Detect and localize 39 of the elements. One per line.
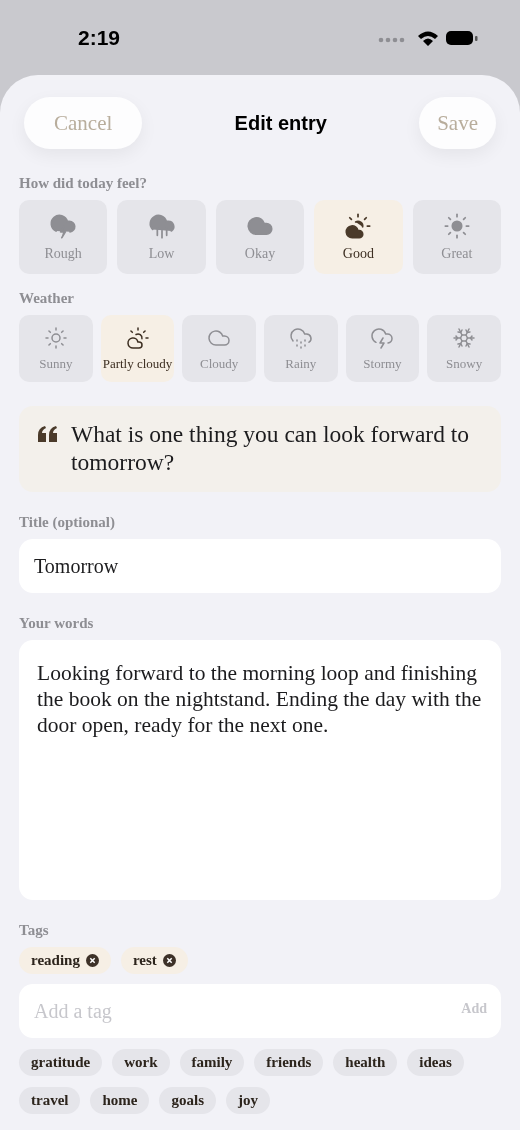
suggested-tag[interactable]: health [333,1049,398,1076]
signal-icon [378,37,405,42]
title-field[interactable]: Tomorrow [19,539,501,593]
suggested-tag[interactable]: travel [19,1087,81,1114]
prompt-text: What is one thing you can look forward to tomorrow? [71,420,471,476]
sun-icon [43,325,68,350]
sun-cloud-icon [344,212,373,240]
field-label: Your words [19,615,95,632]
sun-icon [442,212,471,240]
quote-icon [37,425,59,443]
status-time: 2:19 [78,25,121,50]
rain-cloud-icon [288,325,313,350]
suggested-tag[interactable]: home [90,1087,150,1114]
suggested-tag[interactable]: friends [254,1049,324,1076]
sheet-title: Edit entry [234,111,327,135]
weather-option[interactable]: Partly cloudy [100,315,175,382]
tag-chip[interactable]: rest [120,947,188,974]
section-label: Weather [19,290,75,307]
field-label: Title (optional) [19,514,116,531]
tag-chip[interactable]: reading [19,947,111,974]
section-label: How did today feel? [19,175,148,192]
wifi-icon [418,31,438,46]
battery-icon [446,30,478,45]
field-label: Tags [19,922,50,939]
suggested-tag[interactable]: joy [226,1087,270,1114]
rain-cloud-icon [147,212,176,240]
sun-cloud-icon [125,325,150,350]
suggested-tag[interactable]: family [179,1049,245,1076]
mood-option[interactable]: Good [314,200,403,274]
suggested-tag[interactable]: work [112,1049,170,1076]
remove-icon[interactable] [162,954,176,967]
snowflake-icon [452,325,477,350]
suggested-tag[interactable]: gratitude [19,1049,103,1076]
remove-icon[interactable] [85,954,99,967]
storm-cloud-icon [370,325,395,350]
entry-text-field[interactable]: Looking forward to the morning loop and finishing the book on the nightstand. Ending the day with the door open, ready for the next one. [19,640,501,900]
storm-cloud-icon [49,212,78,240]
suggested-tag[interactable]: goals [159,1087,216,1114]
suggested-tag[interactable]: ideas [407,1049,464,1076]
